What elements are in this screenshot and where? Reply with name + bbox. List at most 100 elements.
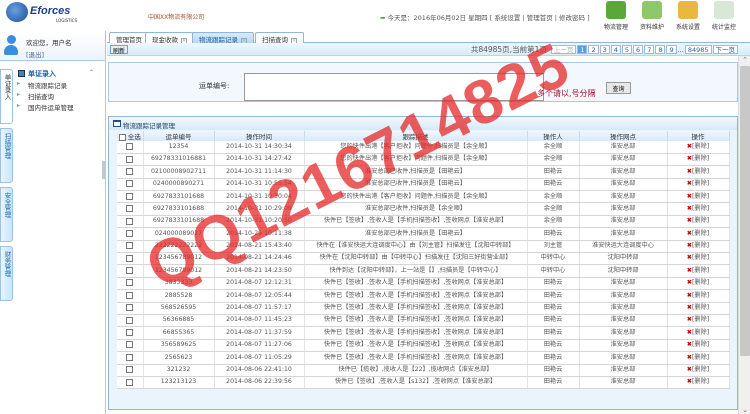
tab-1[interactable]: 现金收款 ×: [145, 32, 194, 44]
tab-3[interactable]: 扫描查询 ×: [255, 32, 304, 44]
row-checkbox[interactable]: [126, 192, 134, 200]
prev-page-button[interactable]: 上一页: [550, 45, 577, 54]
row-select[interactable]: [117, 215, 144, 229]
link-password[interactable]: 修改密码: [559, 14, 585, 22]
scroll-up-icon[interactable]: ⌃: [739, 56, 750, 64]
row-checkbox[interactable]: [126, 155, 134, 163]
delete-button[interactable]: ✖[删除]: [687, 354, 709, 361]
link-settings[interactable]: 系统设置: [494, 14, 520, 22]
select-all-header[interactable]: 全选: [117, 131, 144, 141]
row-select[interactable]: [117, 202, 144, 216]
row-checkbox[interactable]: [126, 279, 134, 287]
page-8[interactable]: 8: [655, 45, 666, 54]
vertical-tab-1[interactable]: 扫描管理: [0, 128, 13, 183]
row-checkbox[interactable]: [126, 304, 134, 312]
row-checkbox[interactable]: [126, 341, 134, 349]
delete-button[interactable]: ✖[删除]: [687, 304, 709, 311]
row-select[interactable]: [117, 264, 144, 278]
row-checkbox[interactable]: [126, 291, 134, 299]
delete-button[interactable]: ✖[删除]: [687, 230, 709, 237]
row-select[interactable]: [117, 376, 144, 390]
row-checkbox[interactable]: [126, 254, 134, 262]
link-home[interactable]: 管理首页: [527, 14, 553, 22]
row-select[interactable]: [117, 190, 144, 204]
delete-button[interactable]: ✖[删除]: [687, 279, 709, 286]
module-1[interactable]: 资料维护: [634, 1, 670, 31]
delete-button[interactable]: ✖[删除]: [687, 329, 709, 336]
page-9[interactable]: 9: [666, 45, 677, 54]
row-select[interactable]: [117, 141, 144, 154]
delete-button[interactable]: ✖[删除]: [687, 143, 709, 150]
scroll-down-icon[interactable]: ⌄: [739, 406, 750, 414]
page-scrollbar[interactable]: ⌃ ⌄: [738, 56, 750, 414]
delete-button[interactable]: ✖[删除]: [687, 168, 709, 175]
row-select[interactable]: [117, 339, 144, 353]
row-select[interactable]: [117, 302, 144, 315]
page-3[interactable]: 3: [599, 45, 610, 54]
select-all-checkbox[interactable]: [118, 133, 126, 141]
menu-title[interactable]: 单证录入 ⌃: [14, 69, 104, 80]
row-select[interactable]: [117, 314, 144, 328]
logout-link[interactable]: [退出]: [26, 49, 44, 59]
page-4[interactable]: 4: [610, 45, 621, 54]
module-3[interactable]: 统计监控: [706, 1, 742, 31]
page-6[interactable]: 6: [633, 45, 644, 54]
menu-item-waybill[interactable]: 国内件运单管理: [14, 102, 104, 113]
row-select[interactable]: [117, 351, 144, 365]
collapse-icon[interactable]: ⌃: [89, 69, 94, 76]
query-button[interactable]: 查询: [606, 82, 631, 94]
row-select[interactable]: [117, 289, 144, 303]
delete-button[interactable]: ✖[删除]: [687, 292, 709, 299]
row-checkbox[interactable]: [126, 167, 134, 175]
row-checkbox[interactable]: [126, 242, 134, 250]
delete-button[interactable]: ✖[删除]: [687, 242, 709, 249]
vertical-tab-2[interactable]: 安全管理: [0, 187, 13, 242]
row-checkbox[interactable]: [126, 329, 134, 337]
panel-splitter[interactable]: [102, 161, 106, 179]
row-select[interactable]: [117, 227, 144, 241]
row-checkbox[interactable]: [126, 353, 134, 361]
delete-button[interactable]: ✖[删除]: [687, 254, 709, 262]
row-select[interactable]: [117, 165, 144, 179]
row-checkbox[interactable]: [126, 142, 134, 150]
next-page-button[interactable]: 下一页: [712, 45, 738, 54]
delete-button[interactable]: ✖[删除]: [687, 193, 709, 200]
row-checkbox[interactable]: [126, 217, 134, 225]
vertical-tab-0[interactable]: 单证录入: [0, 69, 13, 124]
row-select[interactable]: [117, 178, 144, 192]
row-checkbox[interactable]: [126, 180, 134, 188]
delete-button[interactable]: ✖[删除]: [687, 205, 709, 212]
page-84985[interactable]: 84985: [684, 45, 712, 54]
tab-2[interactable]: 物流跟踪记录 ×: [192, 32, 254, 44]
menu-item-tracking[interactable]: 物流跟踪记录: [14, 80, 104, 91]
page-2[interactable]: 2: [588, 45, 599, 54]
vertical-tab-3[interactable]: 财务管理: [0, 246, 13, 301]
row-select[interactable]: [117, 240, 144, 254]
page-7[interactable]: 7: [644, 45, 655, 54]
module-2[interactable]: 系统设置: [670, 1, 706, 31]
row-checkbox[interactable]: [126, 316, 134, 324]
page-1[interactable]: 1: [577, 45, 588, 54]
row-checkbox[interactable]: [126, 366, 134, 374]
delete-button[interactable]: ✖[删除]: [687, 316, 709, 324]
row-select[interactable]: [117, 153, 144, 167]
row-checkbox[interactable]: [126, 378, 134, 386]
row-select[interactable]: [117, 277, 144, 291]
delete-button[interactable]: ✖[删除]: [687, 341, 709, 348]
row-select[interactable]: [117, 252, 144, 266]
row-checkbox[interactable]: [126, 267, 134, 275]
tab-0[interactable]: 管理首页: [109, 32, 149, 44]
delete-button[interactable]: ✖[删除]: [687, 267, 709, 274]
row-checkbox[interactable]: [126, 205, 134, 213]
page-5[interactable]: 5: [621, 45, 633, 54]
delete-button[interactable]: ✖[删除]: [687, 366, 709, 373]
menu-item-scan-query[interactable]: 扫描查询: [14, 91, 104, 102]
delete-button[interactable]: ✖[删除]: [687, 378, 709, 386]
delete-button[interactable]: ✖[删除]: [687, 155, 709, 163]
module-0[interactable]: 物流管理: [598, 1, 634, 31]
row-checkbox[interactable]: [126, 229, 134, 237]
waybill-input[interactable]: [244, 73, 544, 101]
row-select[interactable]: [117, 326, 144, 340]
delete-button[interactable]: ✖[删除]: [687, 180, 709, 187]
delete-button[interactable]: ✖[删除]: [687, 217, 709, 225]
